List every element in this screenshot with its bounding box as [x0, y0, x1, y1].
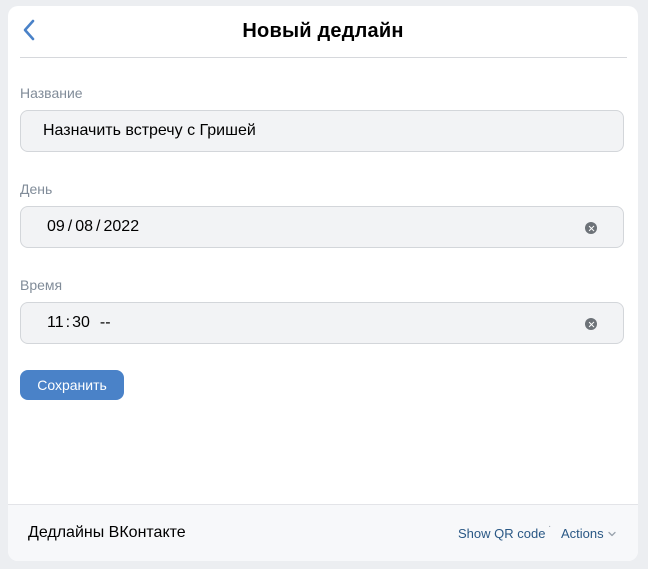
name-field[interactable]: Назначить встречу с Гришей: [20, 110, 624, 152]
actions-label: Actions: [561, 526, 604, 541]
date-separator: /: [96, 218, 101, 235]
chevron-down-icon: [607, 531, 616, 537]
name-field-value: Назначить встречу с Гришей: [43, 122, 256, 139]
app-name: Дедлайны ВКонтакте: [28, 524, 186, 541]
app-card: Новый дедлайн Название Назначить встречу…: [8, 6, 638, 561]
date-field[interactable]: 09/08/2022: [20, 206, 624, 248]
date-separator: /: [67, 218, 73, 235]
time-field[interactable]: 11:30 --: [20, 302, 624, 344]
header: Новый дедлайн: [8, 6, 638, 58]
save-button[interactable]: Сохранить: [20, 370, 124, 400]
name-label: Название: [20, 85, 83, 101]
header-divider: [20, 57, 627, 58]
time-label: Время: [20, 277, 63, 293]
actions-button[interactable]: Actions: [561, 526, 616, 541]
separator-dot: ·: [548, 521, 552, 532]
clear-date-icon[interactable]: [585, 222, 597, 234]
day-label: День: [20, 181, 53, 197]
date-month-segment[interactable]: 09: [47, 218, 65, 236]
page-title: Новый дедлайн: [242, 20, 404, 42]
time-separator: :: [65, 314, 71, 331]
clear-time-icon[interactable]: [585, 318, 597, 330]
footer: Дедлайны ВКонтакте Show QR code · Action…: [8, 504, 638, 561]
date-year-segment[interactable]: 2022: [104, 218, 140, 236]
time-minutes-segment[interactable]: 30: [72, 314, 90, 332]
time-hours-segment[interactable]: 11: [47, 314, 64, 332]
time-ampm-segment[interactable]: --: [100, 314, 111, 332]
date-day-segment[interactable]: 08: [75, 218, 93, 236]
show-qr-code-link[interactable]: Show QR code: [458, 526, 545, 541]
